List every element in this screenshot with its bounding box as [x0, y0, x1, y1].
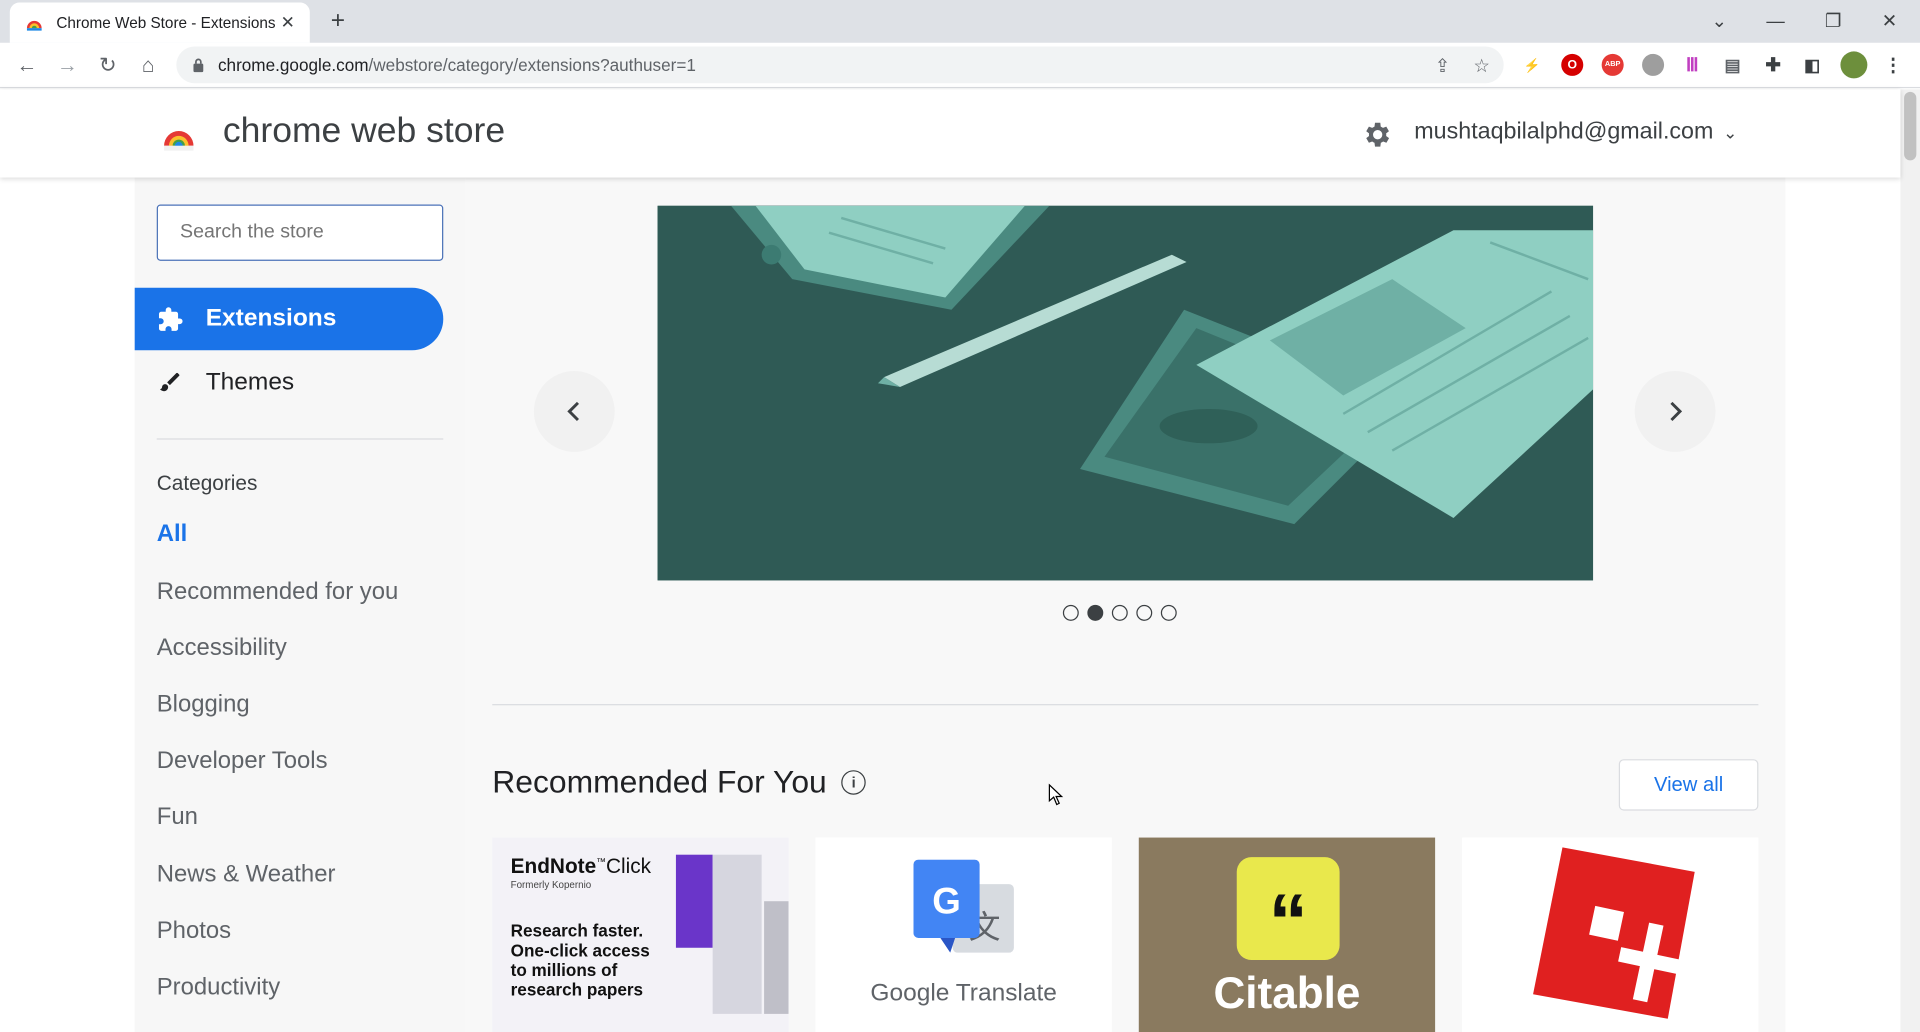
lightning-extension-icon[interactable]: ⚡	[1521, 54, 1543, 76]
featured-banner[interactable]	[657, 205, 1594, 581]
sidebar-item-label: Themes	[205, 367, 295, 395]
category-accessibility[interactable]: Accessibility	[157, 634, 287, 662]
sidebar-item-themes[interactable]: Themes	[135, 351, 444, 412]
new-tab-button[interactable]: +	[326, 9, 350, 33]
carousel-dot[interactable]	[1087, 604, 1104, 621]
svg-text:G: G	[932, 880, 961, 921]
store-title[interactable]: chrome web store	[223, 111, 505, 151]
main-content: Recommended For You i View all EndNote™C…	[465, 177, 1786, 1032]
grey-circle-extension-icon[interactable]	[1642, 53, 1665, 76]
categories-heading: Categories	[156, 471, 258, 495]
brush-icon	[157, 369, 184, 396]
lock-icon	[193, 58, 204, 73]
section-title: Recommended For You i	[492, 763, 866, 801]
browser-tab[interactable]: Chrome Web Store - Extensions ✕	[9, 2, 310, 43]
search-input[interactable]	[156, 204, 444, 261]
page-scrollbar[interactable]	[1900, 89, 1920, 1032]
google-translate-label: Google Translate	[870, 979, 1057, 1007]
red-square-logo-icon	[1533, 847, 1698, 1019]
endnote-sub: Formerly Kopernio	[510, 879, 592, 891]
restore-icon[interactable]: ❐	[1820, 7, 1847, 34]
tab-close-icon[interactable]: ✕	[278, 12, 298, 33]
extensions-puzzle-icon[interactable]: ✚	[1762, 54, 1784, 76]
carousel-dot[interactable]	[1111, 604, 1128, 621]
mouse-cursor-icon	[1048, 783, 1064, 806]
chevron-left-icon	[567, 401, 580, 422]
puzzle-icon	[157, 306, 184, 333]
view-all-button[interactable]: View all	[1618, 759, 1759, 811]
extension-tile-google-translate[interactable]: 文 G Google Translate	[815, 837, 1112, 1032]
category-productivity[interactable]: Productivity	[157, 973, 280, 1001]
sidebar-item-extensions[interactable]: Extensions	[134, 287, 444, 351]
sidebar-divider	[156, 438, 444, 440]
carousel-dot[interactable]	[1062, 604, 1079, 621]
endnote-grey-block	[764, 901, 789, 1014]
endnote-grey-block	[712, 854, 762, 1014]
tab-title: Chrome Web Store - Extensions	[56, 14, 276, 32]
google-translate-icon: 文 G	[913, 859, 1014, 953]
category-recommended[interactable]: Recommended for you	[157, 578, 399, 606]
chevron-down-icon: ⌄	[1723, 121, 1738, 142]
carousel-dots	[1062, 604, 1177, 621]
recommended-heading: Recommended For You	[492, 762, 827, 800]
document-extension-icon[interactable]: ▤	[1722, 54, 1744, 76]
citable-label: Citable	[1213, 967, 1361, 1018]
carousel-prev-button[interactable]	[533, 371, 615, 452]
adblock-plus-icon[interactable]: ABP	[1601, 53, 1624, 76]
browser-toolbar: ← → ↻ ⌂ chrome.google.com/webstore/categ…	[0, 42, 1920, 89]
address-bar[interactable]: chrome.google.com/webstore/category/exte…	[176, 46, 1504, 84]
account-email: mushtaqbilalphd@gmail.com	[1414, 118, 1714, 145]
carousel-dot[interactable]	[1160, 604, 1177, 621]
banner-illustration	[657, 205, 1594, 581]
menu-kebab-icon[interactable]: ⋮	[1882, 54, 1904, 76]
home-icon[interactable]: ⌂	[135, 53, 162, 80]
carousel-next-button[interactable]	[1634, 371, 1716, 452]
category-news-weather[interactable]: News & Weather	[157, 861, 336, 889]
endnote-purple-block	[675, 854, 713, 948]
account-menu[interactable]: mushtaqbilalphd@gmail.com ⌄	[1414, 119, 1737, 146]
category-all[interactable]: All	[157, 520, 188, 548]
sidebar-item-label: Extensions	[205, 304, 337, 332]
scrollbar-thumb[interactable]	[1904, 91, 1917, 161]
category-photos[interactable]: Photos	[157, 917, 231, 945]
share-icon[interactable]: ⇪	[1431, 55, 1453, 77]
chevron-right-icon	[1670, 401, 1683, 422]
side-panel-icon[interactable]: ◧	[1801, 54, 1823, 76]
close-window-icon[interactable]: ✕	[1876, 7, 1903, 34]
page-body: Extensions Themes Categories All Recomme…	[0, 177, 1901, 1032]
sidebar: Extensions Themes Categories All Recomme…	[134, 177, 466, 1032]
category-fun[interactable]: Fun	[157, 803, 198, 831]
endnote-tagline: Research faster. One-click access to mil…	[510, 920, 650, 1000]
info-icon[interactable]: i	[841, 769, 866, 795]
quote-icon: “	[1236, 857, 1340, 961]
section-divider	[492, 704, 1759, 706]
url-text: chrome.google.com/webstore/category/exte…	[217, 55, 696, 75]
profile-avatar[interactable]	[1840, 51, 1868, 79]
category-blogging[interactable]: Blogging	[157, 691, 250, 719]
extension-tile-citable[interactable]: “ Citable	[1138, 837, 1436, 1032]
opera-extension-icon[interactable]: O	[1561, 53, 1584, 76]
bookmark-star-icon[interactable]: ☆	[1471, 55, 1493, 77]
gear-icon[interactable]	[1360, 119, 1392, 151]
tab-strip: Chrome Web Store - Extensions ✕ + ⌄ — ❐ …	[0, 0, 1920, 43]
back-icon[interactable]: ←	[13, 53, 40, 80]
tab-search-icon[interactable]: ⌄	[1706, 7, 1733, 34]
reload-icon[interactable]: ↻	[94, 53, 121, 80]
carousel-dot[interactable]	[1136, 604, 1153, 621]
library-extension-icon[interactable]: Ⅲ	[1681, 54, 1703, 76]
forward-icon[interactable]: →	[54, 53, 81, 80]
extension-tile-endnote[interactable]: EndNote™Click Formerly Kopernio Research…	[492, 837, 789, 1032]
minimize-icon[interactable]: —	[1762, 7, 1789, 34]
category-developer-tools[interactable]: Developer Tools	[157, 747, 328, 775]
endnote-brand: EndNote™Click	[510, 854, 652, 878]
webstore-favicon-icon	[26, 20, 42, 31]
webstore-logo-icon[interactable]	[159, 116, 198, 155]
store-header: chrome web store mushtaqbilalphd@gmail.c…	[0, 89, 1901, 178]
extension-tile-red-logo[interactable]	[1462, 837, 1759, 1032]
